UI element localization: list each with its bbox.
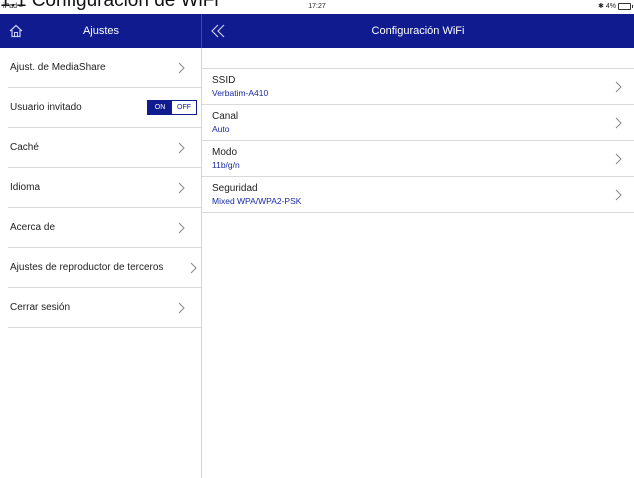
sidebar: Ajust. de MediaShare Usuario invitado ON… [0,48,202,478]
sidebar-item-label: Cerrar sesión [10,302,71,313]
wifi-row-channel[interactable]: Canal Auto [202,105,634,141]
guest-user-toggle[interactable]: ON OFF [147,100,197,115]
toggle-off-option[interactable]: OFF [172,101,196,114]
wifi-settings-panel: SSID Verbatim-A410 Canal Auto Modo 11b/g… [202,48,634,478]
navigation-bar: Ajustes Configuración WiFi [0,14,634,48]
sidebar-item-label: Idioma [10,182,41,193]
bluetooth-icon: ✱ [598,3,604,10]
sidebar-item-label: Caché [10,142,39,153]
chevron-right-icon [178,62,185,74]
row-value: Auto [212,124,230,134]
row-label: Seguridad [212,183,258,194]
chevron-right-icon [178,302,185,314]
status-bar: iPad ≈ 17:27 ✱ 4% [0,0,634,13]
battery-icon [618,3,633,10]
wifi-row-security[interactable]: Seguridad Mixed WPA/WPA2-PSK [202,177,634,213]
chevron-right-icon [615,117,622,129]
main-header: Configuración WiFi [202,14,634,48]
chevron-right-icon [178,142,185,154]
toggle-on-option[interactable]: ON [148,101,172,114]
sidebar-item-label: Ajustes de reproductor de terceros [10,262,164,273]
sidebar-item-logout[interactable]: Cerrar sesión [8,288,201,328]
sidebar-item-about[interactable]: Acerca de [8,208,201,248]
chevron-right-icon [178,222,185,234]
row-label: Canal [212,111,239,122]
sidebar-item-cache[interactable]: Caché [8,128,201,168]
sidebar-header: Ajustes [0,14,202,48]
status-right: ✱ 4% [598,0,633,13]
chevron-right-icon [615,81,622,93]
chevron-right-icon [178,182,185,194]
sidebar-item-guest-user: Usuario invitado ON OFF [8,88,201,128]
sidebar-item-label: Acerca de [10,222,56,233]
row-label: Modo [212,147,238,158]
status-time: 17:27 [308,3,326,10]
row-value: Verbatim-A410 [212,88,269,98]
sidebar-item-label: Usuario invitado [10,102,82,113]
row-value: 11b/g/n [212,160,240,170]
row-value: Mixed WPA/WPA2-PSK [212,196,302,206]
chevron-right-icon [190,262,197,274]
page-title: Configuración WiFi [371,25,465,37]
sidebar-title: Ajustes [82,25,120,37]
section-spacer [202,48,634,69]
chevron-right-icon [615,189,622,201]
row-label: SSID [212,75,236,86]
battery-percent: 4% [605,3,616,10]
sidebar-item-third-party-player[interactable]: Ajustes de reproductor de terceros [8,248,201,288]
sidebar-item-language[interactable]: Idioma [8,168,201,208]
wifi-row-ssid[interactable]: SSID Verbatim-A410 [202,69,634,105]
sidebar-item-label: Ajust. de MediaShare [10,62,106,73]
chevron-right-icon [615,153,622,165]
wifi-row-mode[interactable]: Modo 11b/g/n [202,141,634,177]
sidebar-item-mediashare[interactable]: Ajust. de MediaShare [8,48,201,88]
